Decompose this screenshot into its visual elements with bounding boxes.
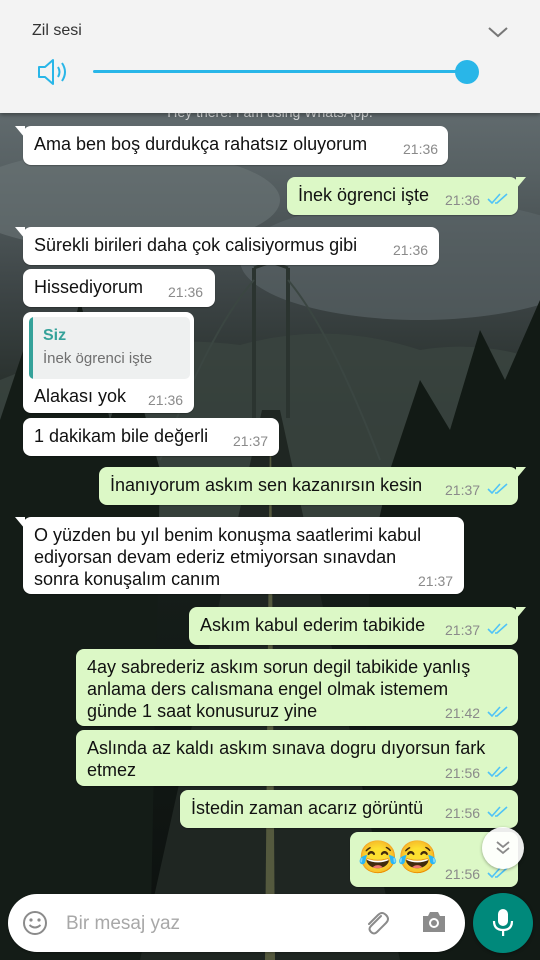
volume-slider-track[interactable]: [93, 70, 467, 73]
message-time: 21:36: [403, 141, 439, 157]
message-text-line: Aslında az kaldı askım sınava dogru dıyo…: [87, 738, 486, 758]
message-text-line: anlama ders calısmana engel olmak isteme…: [87, 679, 449, 699]
message-text: İstedin zaman acarız görüntü: [191, 798, 424, 818]
scroll-to-bottom-button[interactable]: [482, 827, 524, 869]
message-incoming[interactable]: Hissediyorum 21:36: [23, 269, 215, 307]
message-time: 21:56: [445, 866, 481, 882]
message-time: 21:36: [168, 284, 204, 300]
message-text: İnek ögrenci işte: [298, 185, 430, 205]
emoji-icon[interactable]: [22, 910, 48, 936]
message-text: İnanıyorum askım sen kazanırsın kesin: [110, 475, 423, 495]
message-incoming[interactable]: O yüzden bu yıl benim konuşma saatlerimi…: [15, 517, 464, 594]
message-time: 21:36: [148, 392, 184, 408]
chevron-double-down-icon: [496, 841, 510, 855]
message-text: Hissediyorum: [34, 277, 144, 297]
message-time: 21:37: [445, 482, 481, 498]
message-time: 21:36: [393, 242, 429, 258]
message-time: 21:56: [445, 805, 481, 821]
message-time: 21:37: [233, 433, 269, 449]
message-text: Sürekli birileri daha çok calisiyormus g…: [34, 235, 358, 255]
quoted-text: İnek ögrenci işte: [43, 350, 153, 367]
camera-icon[interactable]: [420, 909, 448, 935]
read-receipt-icon: [487, 806, 508, 818]
read-receipt-icon: [487, 193, 508, 205]
read-receipt-icon: [487, 706, 508, 718]
message-text-line: O yüzden bu yıl benim konuşma saatlerimi…: [34, 525, 422, 545]
speaker-icon[interactable]: [36, 56, 70, 88]
read-receipt-icon: [487, 483, 508, 495]
message-text: Askım kabul ederim tabikide: [200, 615, 426, 635]
read-receipt-icon: [487, 766, 508, 778]
message-text-line: etmez: [87, 760, 137, 780]
message-outgoing[interactable]: İstedin zaman acarız görüntü 21:56: [180, 790, 518, 828]
message-incoming[interactable]: Sürekli birileri daha çok calisiyormus g…: [15, 227, 439, 265]
volume-slider-thumb[interactable]: [455, 60, 479, 84]
message-text-line: günde 1 saat konusuruz yine: [87, 701, 318, 721]
message-outgoing[interactable]: İnek ögrenci işte 21:36: [287, 177, 526, 215]
message-outgoing[interactable]: Askım kabul ederim tabikide 21:37: [189, 607, 526, 645]
microphone-button[interactable]: [473, 893, 533, 953]
paperclip-icon[interactable]: [361, 908, 391, 938]
message-composer: [8, 894, 465, 952]
message-incoming[interactable]: Ama ben boş durdukça rahatsız oluyorum 2…: [15, 126, 448, 165]
quoted-author: Siz: [43, 327, 67, 344]
message-time: 21:36: [445, 192, 481, 208]
quoted-message[interactable]: Siz İnek ögrenci işte: [29, 317, 190, 379]
message-outgoing[interactable]: 4ay sabrederiz askım sorun degil tabikid…: [76, 649, 518, 726]
message-time: 21:42: [445, 705, 481, 721]
message-text: Alakası yok: [34, 386, 127, 406]
message-text: Ama ben boş durdukça rahatsız oluyorum: [34, 134, 368, 154]
volume-panel: Zil sesi: [0, 0, 540, 113]
message-time: 21:56: [445, 765, 481, 781]
message-emoji: 😂😂: [358, 839, 438, 875]
message-time: 21:37: [418, 573, 454, 589]
message-text-line: 4ay sabrederiz askım sorun degil tabikid…: [87, 657, 471, 677]
message-outgoing[interactable]: Aslında az kaldı askım sınava dogru dıyo…: [76, 730, 518, 786]
message-outgoing[interactable]: İnanıyorum askım sen kazanırsın kesin 21…: [99, 467, 526, 505]
message-text-line: sonra konuşalım canım: [34, 569, 221, 589]
message-input[interactable]: [64, 908, 358, 940]
message-incoming-reply[interactable]: Siz İnek ögrenci işte Alakası yok 21:36: [23, 312, 194, 413]
microphone-icon: [492, 909, 514, 936]
message-text: 1 dakikam bile değerli: [34, 426, 209, 446]
message-incoming[interactable]: 1 dakikam bile değerli 21:37: [23, 418, 279, 456]
volume-panel-title: Zil sesi: [32, 22, 82, 39]
message-time: 21:37: [445, 622, 481, 638]
chevron-down-icon[interactable]: [486, 24, 510, 40]
read-receipt-icon: [487, 623, 508, 635]
message-text-line: ediyorsan devam ederiz etmiyorsan sınavd…: [34, 547, 397, 567]
